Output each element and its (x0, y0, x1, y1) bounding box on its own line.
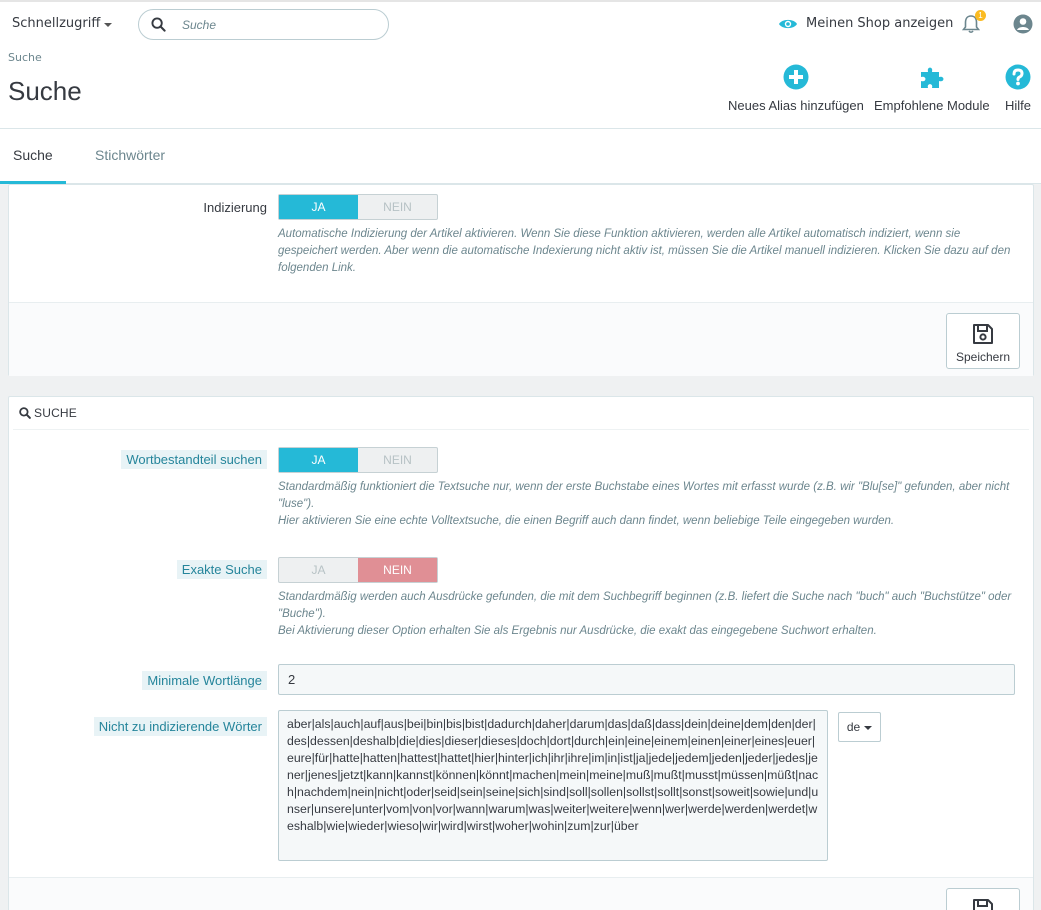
recommended-modules-label: Empfohlene Module (874, 98, 990, 113)
search-box (138, 9, 389, 40)
add-alias-button[interactable]: Neues Alias hinzufügen (728, 64, 864, 113)
search-settings-panel: SUCHE Wortbestandteil suchen JA NEIN Sta… (8, 396, 1034, 910)
indexing-yes-option[interactable]: JA (279, 195, 358, 219)
exact-search-yes-option[interactable]: JA (279, 558, 358, 582)
indexing-label: Indizierung (203, 200, 267, 215)
exact-search-label: Exakte Suche (176, 560, 267, 579)
chevron-down-icon (104, 22, 113, 27)
blacklist-label-text: Nicht zu indizierende Wörter (93, 717, 267, 736)
exact-search-help-line2: Bei Aktivierung dieser Option erhalten S… (278, 625, 877, 637)
blacklist-label: Nicht zu indizierende Wörter (93, 717, 267, 736)
blacklist-textarea[interactable]: aber|als|auch|auf|aus|bei|bin|bis|bist|d… (278, 710, 828, 861)
search-input[interactable] (182, 17, 362, 32)
help-icon (1005, 64, 1031, 90)
notifications-button[interactable]: 1 (961, 10, 986, 36)
heading-divider (13, 429, 1029, 430)
tab-keywords[interactable]: Stichwörter (82, 129, 178, 184)
exact-search-help: Standardmäßig werden auch Ausdrücke gefu… (278, 589, 1018, 640)
floppy-disk-icon (973, 324, 993, 344)
add-circle-icon (783, 64, 809, 90)
exact-search-label-text: Exakte Suche (176, 560, 267, 579)
user-icon (1013, 14, 1033, 34)
indexing-panel-footer: Speichern (9, 302, 1033, 376)
min-length-label-text: Minimale Wortlänge (142, 671, 267, 690)
page-header: Suche Suche Neues Alias hinzufügen Empfo… (0, 46, 1041, 129)
language-dropdown[interactable]: de (838, 712, 881, 742)
exact-search-no-option[interactable]: NEIN (358, 558, 437, 582)
top-header: Schnellzugriff Meinen Shop anzeigen 1 (0, 0, 1041, 46)
min-length-input[interactable]: 2 (278, 664, 1015, 695)
indexing-help-text: Automatische Indizierung der Artikel akt… (278, 228, 1011, 274)
floppy-disk-icon (973, 899, 993, 910)
search-icon (19, 407, 31, 419)
chevron-down-icon (864, 726, 873, 730)
indexing-switch[interactable]: JA NEIN (278, 194, 438, 220)
partial-search-help-line2: Hier aktivieren Sie eine echte Volltexts… (278, 515, 895, 527)
language-value: de (846, 720, 861, 734)
search-panel-footer (9, 877, 1033, 910)
exact-search-switch[interactable]: JA NEIN (278, 557, 438, 583)
exact-search-help-line1: Standardmäßig werden auch Ausdrücke gefu… (278, 591, 1012, 620)
save-button[interactable]: Speichern (946, 313, 1020, 369)
notification-badge: 1 (975, 10, 986, 21)
breadcrumb[interactable]: Suche (8, 51, 42, 64)
tab-bar: Suche Stichwörter (0, 129, 1041, 184)
view-shop-label: Meinen Shop anzeigen (806, 16, 954, 31)
user-menu-button[interactable] (1013, 14, 1033, 38)
help-button[interactable]: Hilfe (1005, 64, 1031, 113)
partial-search-label-text: Wortbestandteil suchen (121, 450, 267, 469)
quick-access-dropdown[interactable]: Schnellzugriff (12, 16, 113, 31)
recommended-modules-button[interactable]: Empfohlene Module (874, 64, 990, 113)
view-shop-link[interactable]: Meinen Shop anzeigen (778, 16, 953, 31)
indexing-panel: Indizierung JA NEIN Automatische Indizie… (8, 184, 1034, 376)
eye-icon (779, 19, 797, 28)
save-label: Speichern (955, 350, 1011, 364)
indexing-no-option[interactable]: NEIN (358, 195, 437, 219)
puzzle-icon (920, 67, 944, 88)
min-length-label: Minimale Wortlänge (142, 671, 267, 690)
partial-search-help: Standardmäßig funktioniert die Textsuche… (278, 479, 1018, 530)
partial-search-no-option[interactable]: NEIN (358, 448, 437, 472)
save-button-2[interactable] (946, 888, 1020, 910)
search-icon (151, 17, 166, 32)
partial-search-yes-option[interactable]: JA (279, 448, 358, 472)
partial-search-help-line1: Standardmäßig funktioniert die Textsuche… (278, 481, 1010, 510)
tab-search[interactable]: Suche (0, 129, 66, 184)
panel-heading-text: SUCHE (34, 406, 78, 420)
page-title: Suche (8, 76, 82, 106)
panel-heading: SUCHE (19, 406, 77, 420)
partial-search-switch[interactable]: JA NEIN (278, 447, 438, 473)
partial-search-label: Wortbestandteil suchen (121, 450, 267, 469)
add-alias-label: Neues Alias hinzufügen (728, 98, 864, 113)
quick-access-label: Schnellzugriff (12, 16, 101, 31)
help-label: Hilfe (1005, 98, 1032, 113)
